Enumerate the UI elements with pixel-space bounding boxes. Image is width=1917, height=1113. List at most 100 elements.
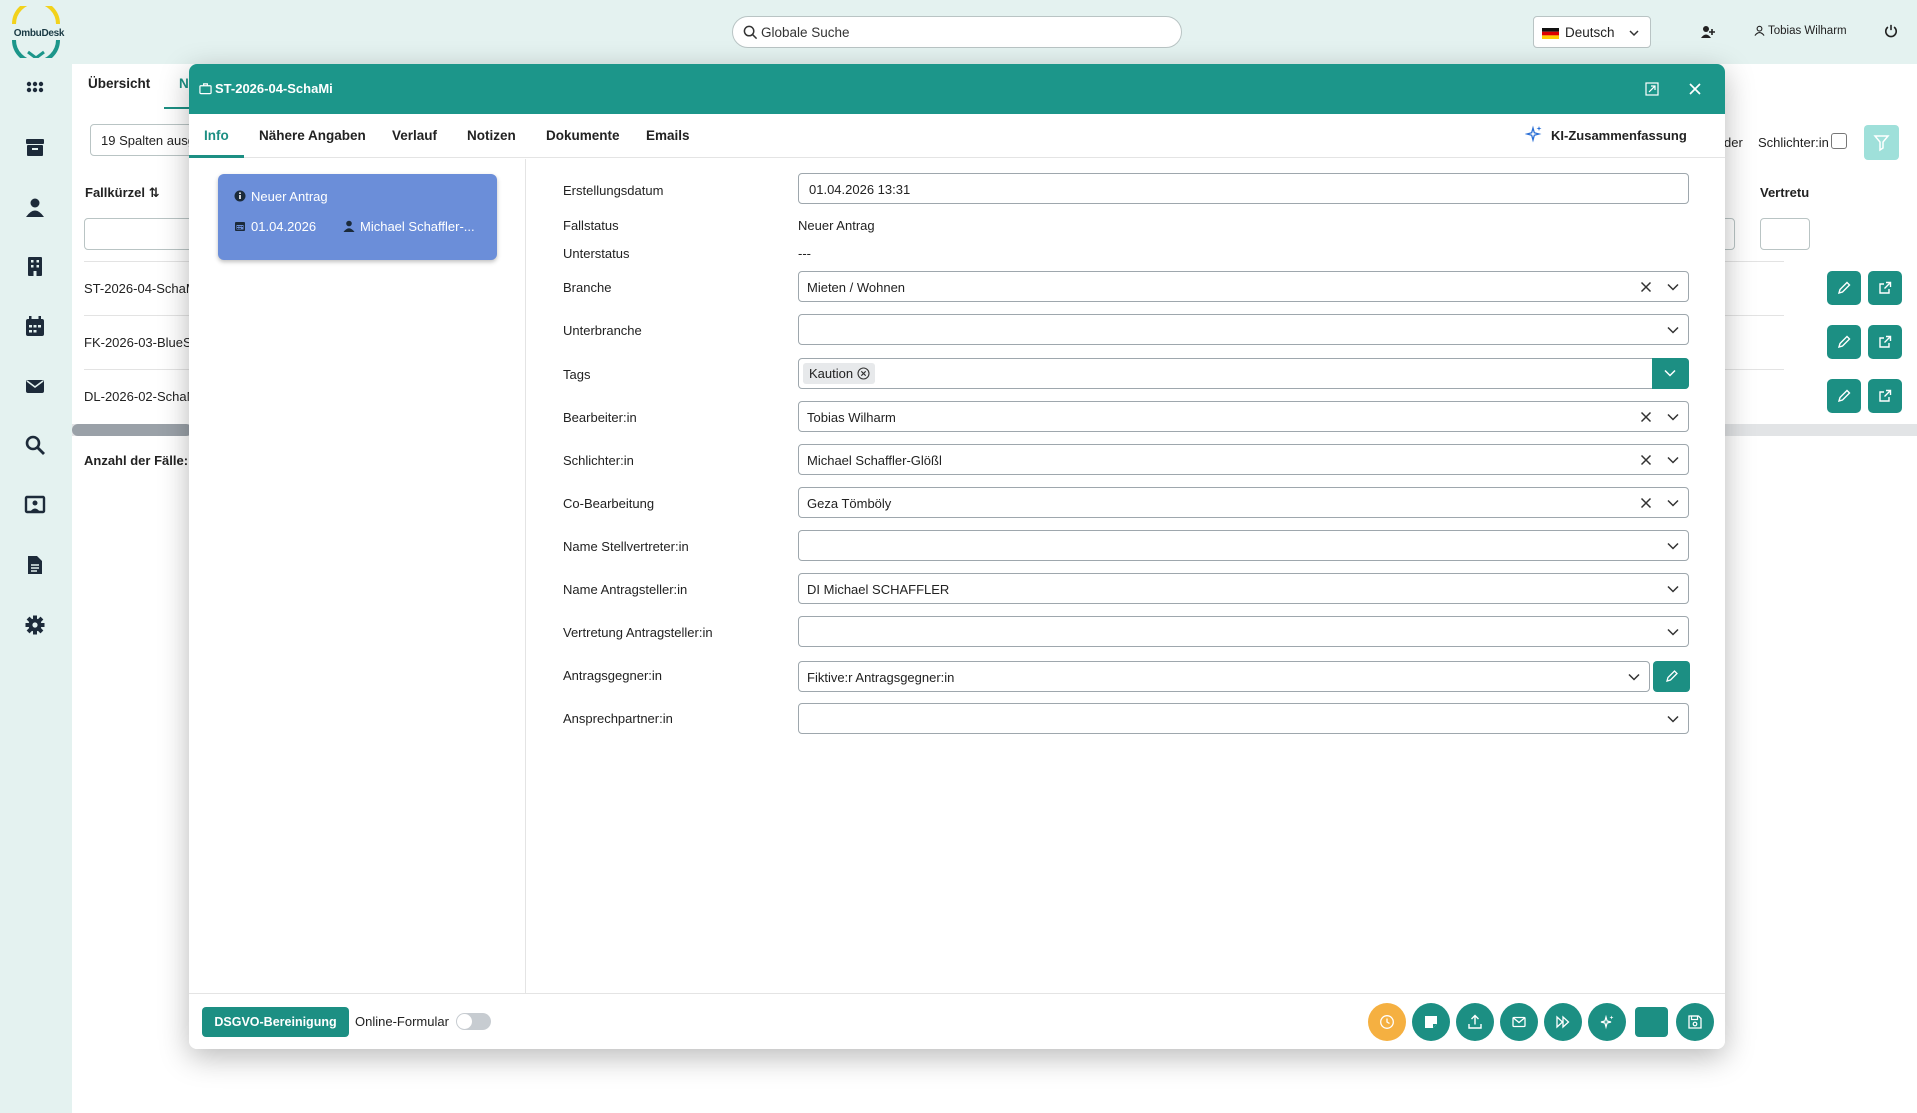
co-bearbeitung-select[interactable]: Geza Tömböly	[798, 487, 1689, 518]
ai-summary-button[interactable]: KI-Zusammenfassung	[1525, 125, 1687, 143]
top-bar: OmbuDesk Globale Suche Deutsch Tobias Wi…	[0, 0, 1917, 64]
dsgvo-cleanup-button[interactable]: DSGVO-Bereinigung	[202, 1007, 349, 1037]
antragsgegner-select[interactable]: Fiktive:r Antragsgegner:in	[798, 661, 1650, 692]
column-header-vertretung[interactable]: Vertretu	[1760, 185, 1809, 200]
tags-dropdown-button[interactable]	[1652, 358, 1689, 389]
vertretung-antragsteller-select[interactable]	[798, 616, 1689, 647]
filter-label-partial: der	[1724, 135, 1743, 150]
document-icon[interactable]	[24, 554, 46, 576]
gear-icon[interactable]	[24, 614, 46, 636]
online-form-toggle[interactable]	[456, 1013, 491, 1030]
unterbranche-select[interactable]	[798, 314, 1689, 345]
apps-icon[interactable]	[24, 76, 46, 98]
clear-icon[interactable]	[1640, 411, 1652, 423]
ansprechpartner-select[interactable]	[798, 703, 1689, 734]
case-status-card[interactable]: Neuer Antrag 01.04.2026 Michael Schaffle…	[218, 174, 497, 260]
edit-row-button[interactable]	[1827, 379, 1861, 413]
chalkboard-icon[interactable]	[24, 494, 46, 516]
forward-button[interactable]	[1544, 1003, 1582, 1041]
tab-naehere-angaben[interactable]: Nähere Angaben	[259, 128, 366, 143]
chevron-down-icon[interactable]	[1667, 715, 1679, 723]
info-icon	[234, 190, 246, 202]
power-icon[interactable]	[1884, 24, 1898, 38]
square-action-button[interactable]	[1635, 1007, 1668, 1037]
sort-icon: ⇅	[148, 185, 160, 200]
global-search-input[interactable]: Globale Suche	[732, 16, 1182, 48]
edit-row-button[interactable]	[1827, 271, 1861, 305]
label-schlichter: Schlichter:in	[563, 453, 634, 468]
filter-button[interactable]	[1864, 125, 1899, 160]
stellvertreter-select[interactable]	[798, 530, 1689, 561]
scrollbar-thumb[interactable]	[72, 424, 192, 436]
remove-tag-icon[interactable]	[857, 367, 870, 380]
vertretung-filter-input[interactable]	[1760, 218, 1810, 250]
building-icon[interactable]	[24, 255, 46, 277]
sticky-note-button[interactable]	[1412, 1003, 1450, 1041]
open-row-button[interactable]	[1868, 379, 1902, 413]
search-icon[interactable]	[24, 434, 46, 456]
language-select[interactable]: Deutsch	[1533, 16, 1651, 48]
open-row-button[interactable]	[1868, 325, 1902, 359]
column-header-fallkuerzel[interactable]: Fallkürzel ⇅	[85, 185, 160, 201]
chevron-down-icon[interactable]	[1667, 585, 1679, 593]
fallkuerzel-filter-input[interactable]	[84, 218, 194, 250]
add-user-icon[interactable]	[1700, 24, 1716, 40]
dialog-footer: DSGVO-Bereinigung Online-Formular	[189, 993, 1725, 1049]
upload-button[interactable]	[1456, 1003, 1494, 1041]
chevron-down-icon[interactable]	[1667, 542, 1679, 550]
chevron-down-icon[interactable]	[1667, 283, 1679, 291]
label-fallstatus: Fallstatus	[563, 218, 619, 233]
tags-multiselect[interactable]: Kaution	[798, 358, 1689, 389]
maximize-icon[interactable]	[1645, 82, 1659, 96]
ai-button[interactable]	[1588, 1003, 1626, 1041]
edit-row-button[interactable]	[1827, 325, 1861, 359]
email-button[interactable]	[1500, 1003, 1538, 1041]
tag-chip[interactable]: Kaution	[803, 363, 876, 384]
tab-new-partial[interactable]: N	[179, 76, 189, 91]
bearbeiter-select[interactable]: Tobias Wilharm	[798, 401, 1689, 432]
clock-icon	[1380, 1015, 1394, 1029]
case-card-date-text: 01.04.2026	[251, 219, 317, 234]
clear-icon[interactable]	[1640, 281, 1652, 293]
user-menu[interactable]: Tobias Wilharm	[1754, 25, 1847, 37]
table-cell-fallkuerzel: DL-2026-02-SchaMi	[84, 389, 201, 404]
antragsteller-select[interactable]: DI Michael SCHAFFLER	[798, 573, 1689, 604]
schlichter-filter-checkbox[interactable]	[1831, 133, 1847, 149]
chevron-down-icon[interactable]	[1667, 499, 1679, 507]
tab-info[interactable]: Info	[204, 128, 229, 143]
tab-verlauf[interactable]: Verlauf	[392, 128, 437, 143]
label-ansprechpartner: Ansprechpartner:in	[563, 711, 673, 726]
label-antragsgegner: Antragsgegner:in	[563, 668, 663, 683]
branche-value: Mieten / Wohnen	[807, 280, 906, 295]
archive-icon[interactable]	[24, 136, 46, 158]
chevron-down-icon[interactable]	[1667, 413, 1679, 421]
schlichter-select[interactable]: Michael Schaffler-Glößl	[798, 444, 1689, 475]
close-icon[interactable]	[1689, 83, 1701, 95]
label-unterstatus: Unterstatus	[563, 246, 630, 261]
tab-emails[interactable]: Emails	[646, 128, 690, 143]
tab-dokumente[interactable]: Dokumente	[546, 128, 620, 143]
erstellungsdatum-input[interactable]: 01.04.2026 13:31	[798, 173, 1689, 204]
label-co-bearbeitung: Co-Bearbeitung	[563, 496, 655, 511]
mail-icon[interactable]	[24, 375, 46, 397]
save-button[interactable]	[1676, 1003, 1714, 1041]
chevron-down-icon[interactable]	[1667, 628, 1679, 636]
chevron-down-icon[interactable]	[1628, 673, 1640, 681]
label-vertretung-antragsteller: Vertretung Antragsteller:in	[563, 625, 713, 640]
external-link-icon	[1879, 335, 1892, 348]
branche-select[interactable]: Mieten / Wohnen	[798, 271, 1689, 302]
clear-icon[interactable]	[1640, 454, 1652, 466]
clear-icon[interactable]	[1640, 497, 1652, 509]
german-flag-icon	[1542, 28, 1559, 39]
person-icon[interactable]	[24, 196, 46, 218]
chevron-down-icon[interactable]	[1667, 456, 1679, 464]
chevron-down-icon[interactable]	[1667, 326, 1679, 334]
calendar-icon[interactable]	[24, 315, 46, 337]
label-erstellungsdatum: Erstellungsdatum	[563, 183, 664, 198]
timer-button[interactable]	[1368, 1003, 1406, 1041]
open-row-button[interactable]	[1868, 271, 1902, 305]
tab-notizen[interactable]: Notizen	[467, 128, 516, 143]
app-logo[interactable]: OmbuDesk	[4, 6, 68, 58]
tab-overview[interactable]: Übersicht	[88, 76, 150, 91]
edit-antragsgegner-button[interactable]	[1653, 661, 1690, 692]
